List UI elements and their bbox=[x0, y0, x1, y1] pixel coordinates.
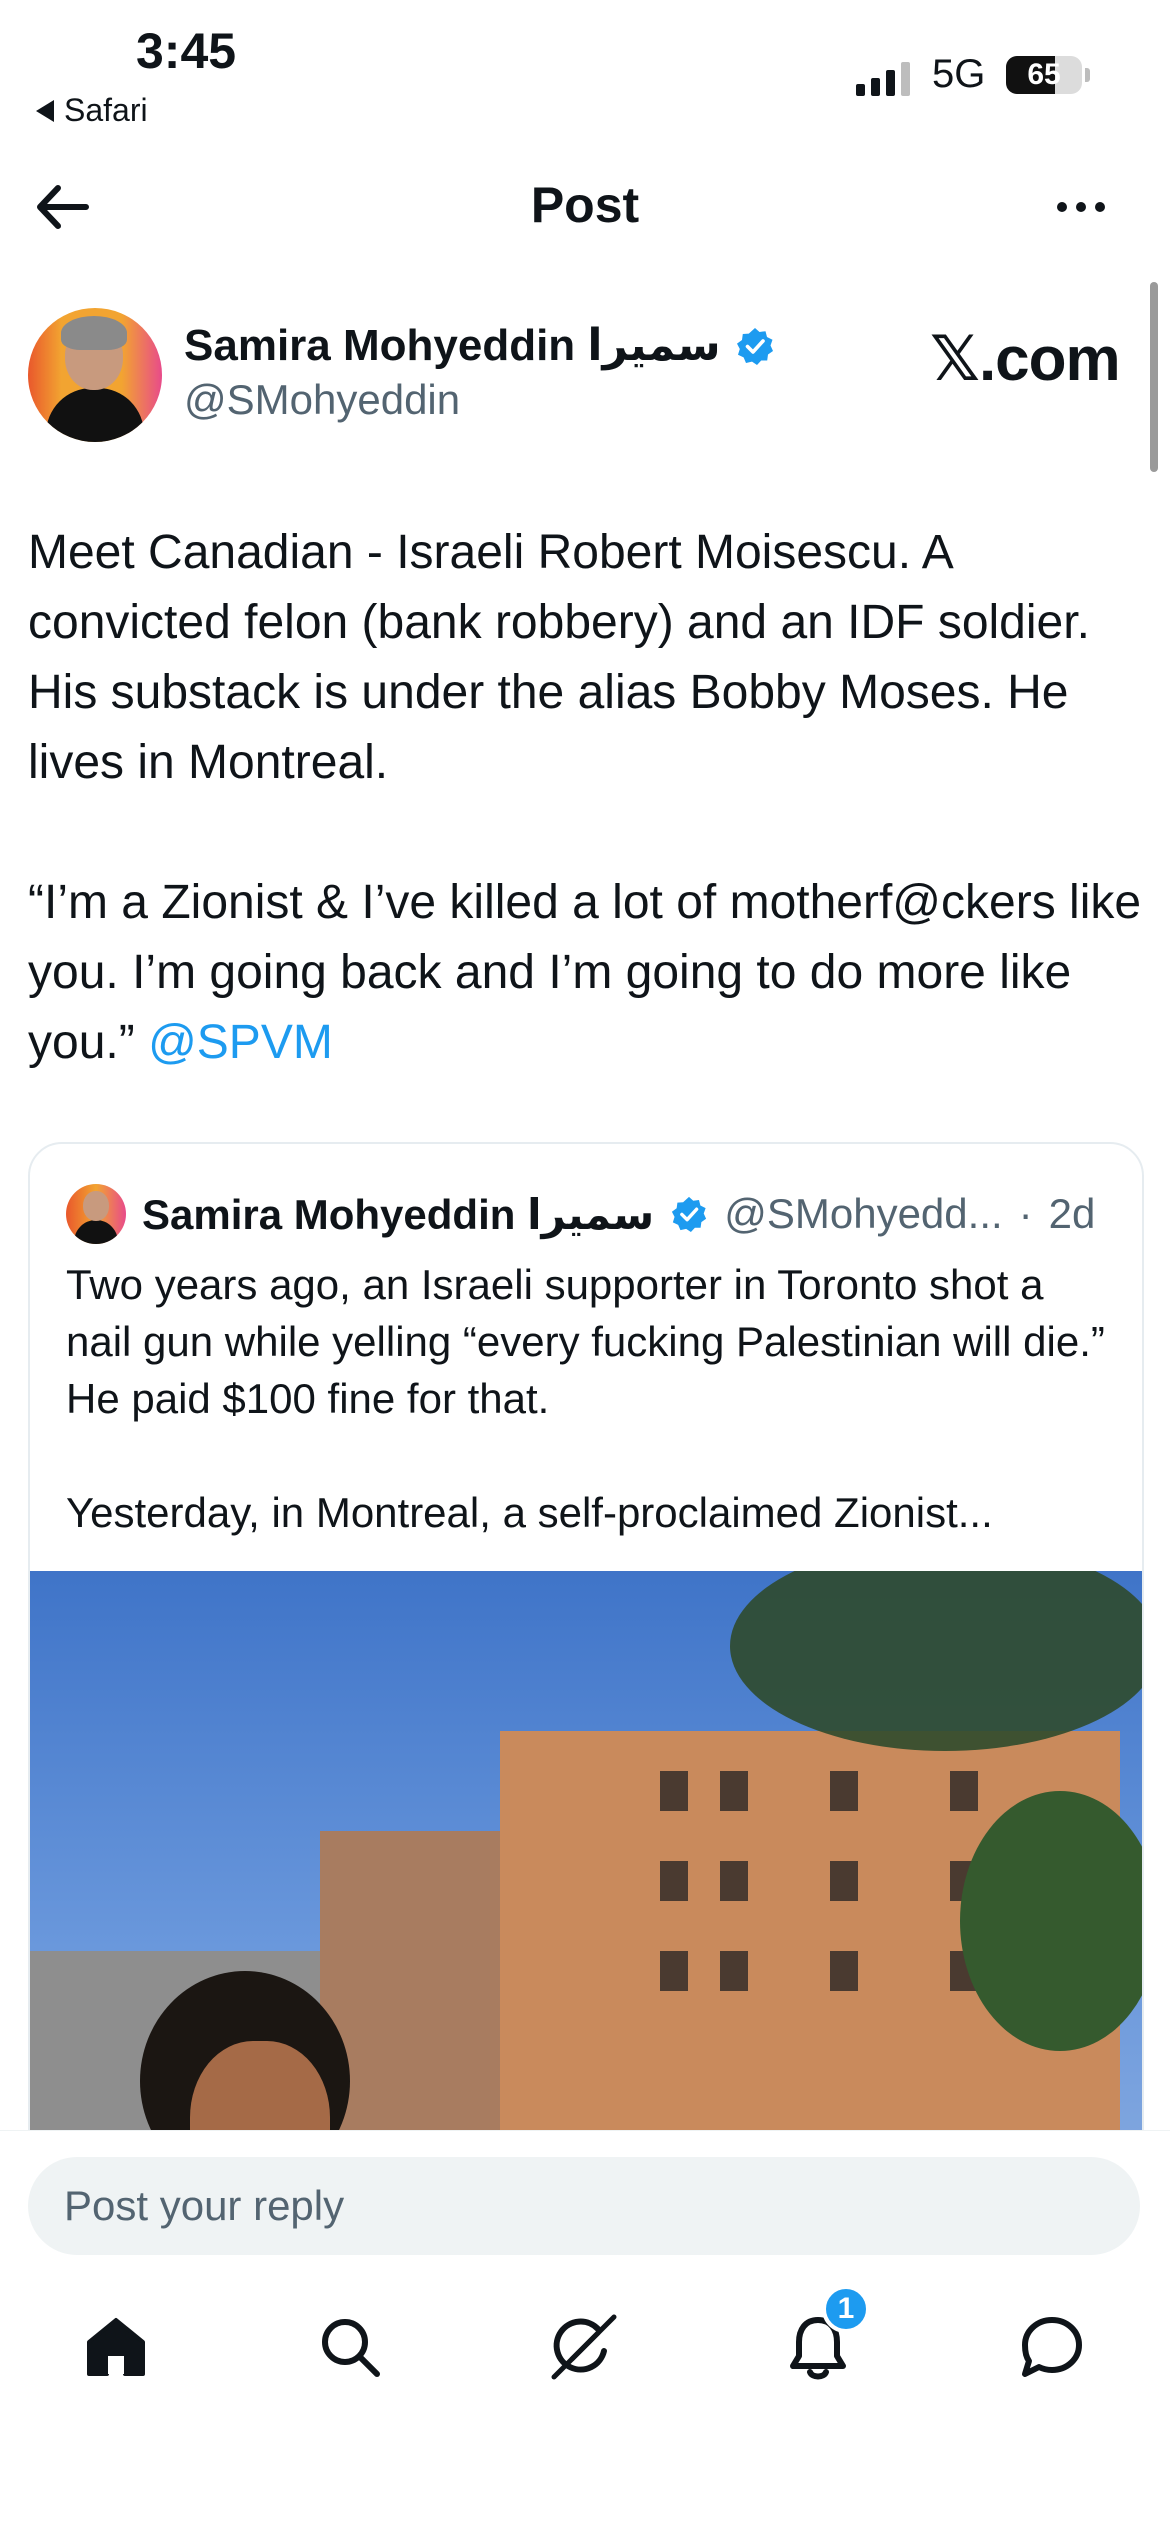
quoted-author-handle: @SMohyedd... bbox=[724, 1190, 1003, 1237]
back-to-safari[interactable]: Safari bbox=[36, 92, 148, 129]
notifications-badge: 1 bbox=[822, 2285, 870, 2333]
quoted-text: Two years ago, an Israeli supporter in T… bbox=[66, 1256, 1106, 1541]
avatar[interactable] bbox=[28, 308, 162, 442]
scrollbar[interactable] bbox=[1150, 282, 1158, 472]
quoted-author-name[interactable]: Samira Mohyeddin سميرا bbox=[142, 1190, 654, 1239]
battery-tip bbox=[1085, 68, 1090, 82]
quoted-paragraph-2: Yesterday, in Montreal, a self-proclaime… bbox=[66, 1489, 993, 1536]
battery-percent: 65 bbox=[1027, 58, 1061, 91]
author-name-text: Samira Mohyeddin سميرا bbox=[184, 321, 721, 370]
x-com-watermark: 𝕏.com bbox=[930, 325, 1121, 394]
quoted-time: 2d bbox=[1048, 1190, 1096, 1237]
bottom-bar: Post your reply 1 bbox=[0, 2130, 1170, 2533]
grok-icon[interactable] bbox=[542, 2305, 626, 2389]
verified-badge-icon bbox=[736, 327, 773, 365]
author-name[interactable]: Samira Mohyeddin سميرا bbox=[184, 320, 775, 371]
reply-input[interactable]: Post your reply bbox=[28, 2157, 1140, 2255]
notifications-icon[interactable]: 1 bbox=[776, 2285, 870, 2389]
cellular-signal-icon bbox=[856, 60, 910, 96]
messages-icon[interactable] bbox=[1010, 2305, 1094, 2389]
quoted-avatar[interactable] bbox=[66, 1184, 126, 1244]
battery-icon: 65 bbox=[1006, 56, 1082, 94]
dot-separator: · bbox=[1018, 1190, 1033, 1237]
post-text: Meet Canadian - Israeli Robert Moisescu.… bbox=[28, 518, 1148, 1078]
post-paragraph-1: Meet Canadian - Israeli Robert Moisescu.… bbox=[28, 526, 1090, 789]
post-paragraph-2: “I’m a Zionist & I’ve killed a lot of mo… bbox=[28, 868, 1148, 1078]
page-title: Post bbox=[530, 177, 640, 233]
verified-badge-icon bbox=[672, 1196, 707, 1233]
back-app-label: Safari bbox=[64, 92, 148, 128]
mention-link[interactable]: @SPVM bbox=[148, 1016, 333, 1069]
quoted-post-header: Samira Mohyeddin سميرا @SMohyedd... · 2d bbox=[66, 1184, 1095, 1244]
author-handle[interactable]: @SMohyeddin bbox=[184, 376, 460, 424]
network-type: 5G bbox=[932, 52, 986, 96]
back-triangle-icon bbox=[36, 99, 54, 122]
home-icon[interactable] bbox=[74, 2305, 158, 2389]
status-time: 3:45 bbox=[136, 23, 237, 79]
more-horizontal-icon[interactable] bbox=[1046, 172, 1116, 242]
quoted-paragraph-1: Two years ago, an Israeli supporter in T… bbox=[66, 1261, 1105, 1422]
search-icon[interactable] bbox=[308, 2305, 392, 2389]
